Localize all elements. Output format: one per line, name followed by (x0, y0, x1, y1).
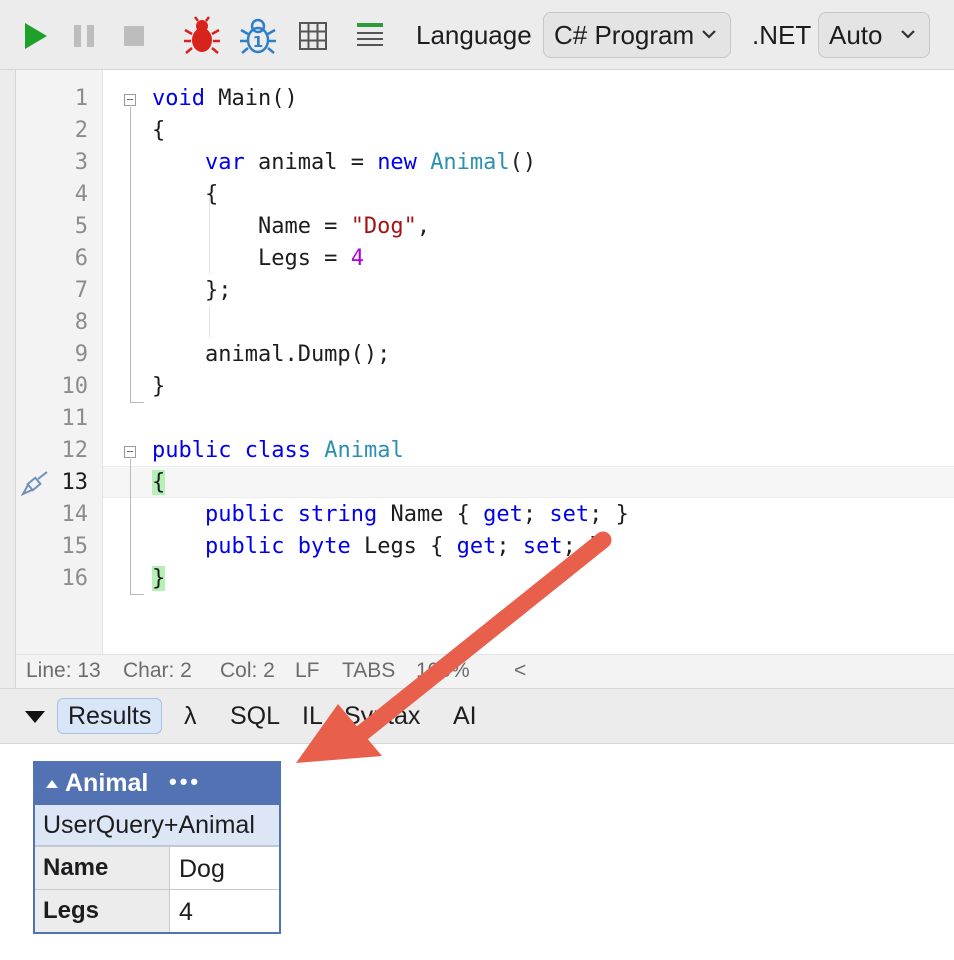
brush-icon[interactable] (20, 470, 50, 498)
dump-type-name: UserQuery+Animal (35, 803, 279, 846)
stop-icon (124, 26, 144, 46)
output-tabs: Results λ SQL IL Syntax AI (0, 688, 954, 744)
line-number: 3 (74, 150, 88, 175)
line-number: 2 (74, 118, 88, 143)
code-line: animal.Dump(); (152, 342, 391, 367)
line-number: 11 (61, 406, 89, 431)
code-line: { (152, 182, 219, 207)
play-icon (25, 23, 47, 49)
fold-guide (130, 107, 131, 403)
code-line: void Main() (152, 86, 298, 111)
dump-key: Name (35, 847, 170, 889)
stop-button[interactable] (112, 14, 156, 58)
chevron-down-icon (901, 30, 915, 39)
tab-syntax[interactable]: Syntax (344, 701, 420, 731)
fold-guide (130, 459, 131, 595)
code-line: Legs = 4 (152, 246, 364, 271)
dump-header[interactable]: Animal ••• (35, 763, 279, 803)
dotnet-select-value: Auto (829, 19, 883, 50)
status-bar: Line: 13 Char: 2 Col: 2 LF TABS 100% < (16, 654, 954, 688)
dump-menu-button[interactable]: ••• (169, 762, 201, 802)
code-line: }; (152, 278, 232, 303)
tab-sql[interactable]: SQL (230, 701, 280, 731)
dump-table: Animal ••• UserQuery+Animal Name Dog Leg… (33, 761, 281, 934)
triangle-down-icon[interactable] (24, 709, 46, 725)
tab-il[interactable]: IL (302, 701, 323, 731)
status-col: Col: 2 (220, 659, 275, 682)
line-number: 12 (61, 438, 89, 463)
language-select[interactable]: C# Program (543, 12, 731, 58)
debug-button[interactable] (180, 14, 224, 58)
run-button[interactable] (14, 14, 58, 58)
toolbar: 1 Language C# Program .NET Auto (0, 0, 954, 70)
code-line: public string Name { get; set; } (204, 502, 629, 527)
table-row: Name Dog (35, 846, 279, 889)
dotnet-select[interactable]: Auto (818, 12, 930, 58)
lines-icon (357, 23, 383, 46)
status-line: Line: 13 (26, 659, 101, 682)
line-number: 14 (61, 502, 89, 527)
bug-step-icon: 1 (240, 18, 276, 54)
table-row: Legs 4 (35, 889, 279, 932)
line-number: 10 (61, 374, 89, 399)
line-number: 6 (74, 246, 88, 271)
code-line: Name = "Dog", (152, 214, 431, 239)
code-line: var animal = new Animal() (204, 150, 537, 175)
code-line: } (152, 566, 166, 591)
code-line: public class Animal (152, 438, 404, 463)
caret-up-icon[interactable] (45, 779, 59, 789)
fold-guide (130, 594, 144, 595)
dotnet-label: .NET (752, 20, 812, 50)
dump-value: Dog (179, 855, 225, 883)
grid-results-button[interactable] (291, 14, 335, 58)
line-number: 5 (74, 214, 88, 239)
dump-key: Legs (35, 890, 170, 932)
line-number: 1 (74, 86, 88, 111)
grid-icon (299, 22, 327, 50)
fold-toggle[interactable] (124, 446, 136, 458)
code-editor[interactable]: 1 2 3 4 5 6 7 8 9 10 11 12 13 14 15 16 v… (16, 70, 954, 654)
text-results-button[interactable] (348, 14, 392, 58)
fold-guide (130, 402, 144, 403)
dump-header-title: Animal (65, 769, 149, 797)
collapse-button[interactable]: < (514, 659, 526, 683)
tab-lambda[interactable]: λ (184, 701, 197, 731)
dump-value: 4 (179, 898, 193, 926)
language-select-value: C# Program (554, 19, 695, 50)
line-number: 8 (74, 310, 88, 335)
fold-toggle[interactable] (124, 94, 136, 106)
current-line-highlight (102, 466, 954, 498)
results-panel: Animal ••• UserQuery+Animal Name Dog Leg… (16, 744, 954, 960)
status-zoom[interactable]: 100% (416, 659, 470, 683)
line-number: 4 (74, 182, 88, 207)
pause-icon (74, 25, 94, 47)
indent-guide (209, 306, 210, 338)
line-number: 16 (61, 566, 89, 591)
line-number-gutter: 1 2 3 4 5 6 7 8 9 10 11 12 13 14 15 16 (16, 70, 103, 654)
debug-step-button[interactable]: 1 (236, 14, 280, 58)
line-number: 15 (61, 534, 89, 559)
language-label: Language (416, 20, 532, 50)
code-line: } (152, 374, 166, 399)
pause-button[interactable] (62, 14, 106, 58)
tab-results[interactable]: Results (57, 698, 163, 734)
bug-icon (184, 16, 220, 54)
status-indent[interactable]: TABS (342, 659, 395, 683)
status-eol: LF (295, 659, 320, 682)
line-number: 9 (74, 342, 88, 367)
chevron-down-icon (702, 30, 716, 39)
svg-text:1: 1 (253, 33, 263, 51)
tab-ai[interactable]: AI (453, 701, 477, 731)
window-edge (0, 70, 16, 688)
status-char: Char: 2 (123, 659, 192, 682)
line-number: 7 (74, 278, 88, 303)
code-line: { (152, 118, 166, 143)
code-line-current: { (152, 470, 166, 495)
code-line: public byte Legs { get; set; } (204, 534, 603, 559)
